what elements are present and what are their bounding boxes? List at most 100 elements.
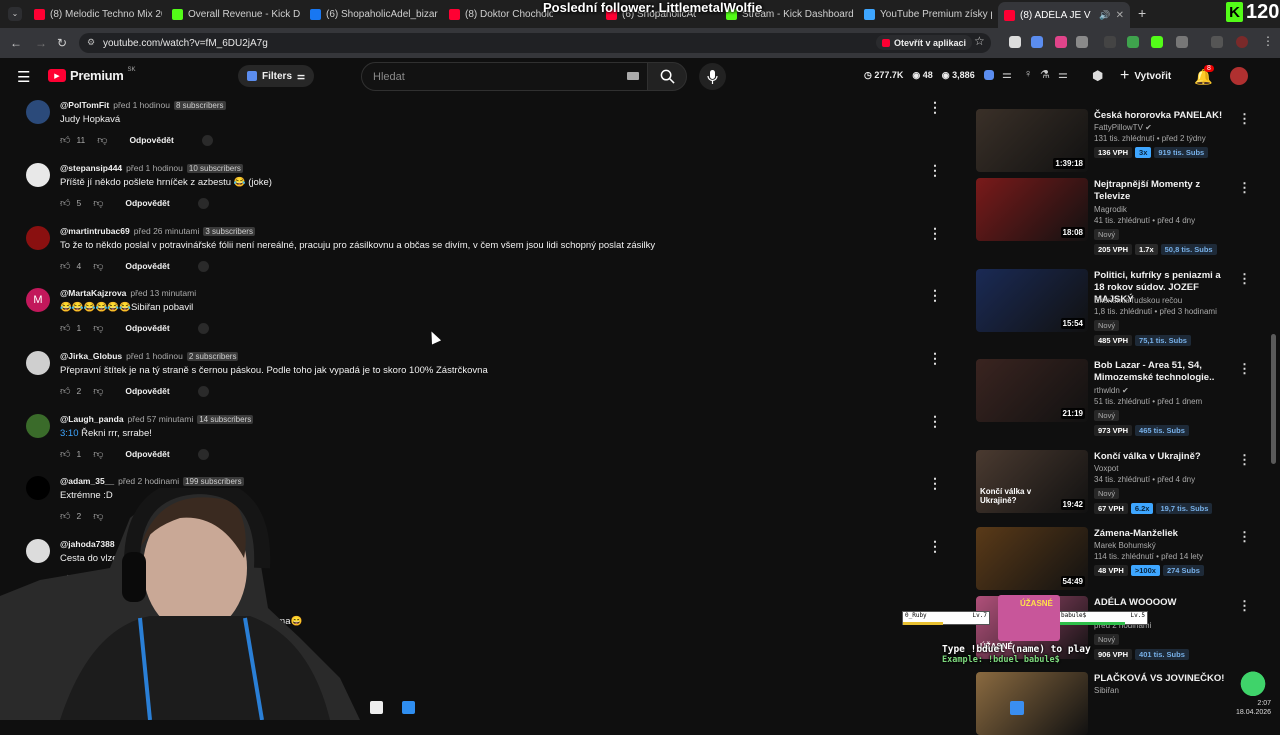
- youtube-premium-logo[interactable]: ▶ Premium SK: [48, 67, 136, 83]
- comment-time[interactable]: před 1 hodinou: [126, 163, 183, 173]
- creator-heart-icon[interactable]: [197, 260, 209, 272]
- search-input[interactable]: Hledat: [361, 62, 648, 91]
- page-scrollbar[interactable]: [1271, 334, 1276, 464]
- channel-name[interactable]: rthwldn ✔: [1094, 386, 1129, 395]
- comment-menu-icon[interactable]: ⋮: [928, 414, 942, 428]
- voice-search-button[interactable]: [699, 63, 726, 90]
- browser-tab[interactable]: (6) ShopaholicAdel_bizar✕: [304, 3, 438, 25]
- video-title[interactable]: Česká hororovka PANELAK!: [1094, 110, 1229, 122]
- extension-icon[interactable]: [1055, 36, 1067, 48]
- comment-menu-icon[interactable]: ⋮: [928, 226, 942, 240]
- site-info-icon[interactable]: ⚙: [87, 37, 95, 48]
- browser-tab[interactable]: (8) Melodic Techno Mix 20✕: [28, 3, 162, 25]
- like-thumb-icon[interactable]: 👍︎: [60, 134, 70, 146]
- extension-icon[interactable]: [1104, 36, 1116, 48]
- notifications-button[interactable]: 🔔 8: [1194, 65, 1214, 87]
- channel-name[interactable]: Voxpot: [1094, 464, 1118, 473]
- dislike-thumb-icon[interactable]: 👎︎: [93, 197, 103, 209]
- dislike-thumb-icon[interactable]: 👎︎: [93, 322, 103, 334]
- dislike-thumb-icon[interactable]: 👎︎: [93, 385, 103, 397]
- comment-time[interactable]: před 2 hodinami: [118, 476, 179, 486]
- reply-button[interactable]: Odpovědět: [129, 135, 173, 145]
- channel-name[interactable]: Magrodik: [1094, 205, 1127, 214]
- filters-button[interactable]: Filters ⚌: [238, 65, 315, 87]
- creator-heart-icon[interactable]: [197, 385, 209, 397]
- capcut-app-icon[interactable]: [370, 701, 383, 714]
- comment-menu-icon[interactable]: ⋮: [928, 288, 942, 302]
- creator-heart-icon[interactable]: [197, 322, 209, 334]
- comment-author[interactable]: @adam_35__: [60, 476, 114, 486]
- tab-search-icon[interactable]: [1211, 36, 1223, 48]
- comment-time[interactable]: před 1 hodinou: [126, 351, 183, 361]
- comment-author[interactable]: @MartaKajzrova: [60, 288, 126, 298]
- hamburger-menu-icon[interactable]: ☰: [17, 68, 30, 86]
- comment-time[interactable]: před 57 minutami: [128, 414, 194, 424]
- video-thumbnail[interactable]: 54:49: [976, 527, 1088, 590]
- video-menu-icon[interactable]: ⋮: [1238, 271, 1251, 287]
- keyboard-icon[interactable]: [627, 72, 639, 80]
- comment-time[interactable]: před 13 minutami: [130, 288, 196, 298]
- video-menu-icon[interactable]: ⋮: [1238, 111, 1251, 127]
- comment-menu-icon[interactable]: ⋮: [928, 476, 942, 490]
- reply-button[interactable]: Odpovědět: [125, 261, 169, 271]
- browser-menu-icon[interactable]: ⋮: [1262, 34, 1274, 48]
- avatar[interactable]: M: [26, 288, 50, 312]
- extension-icon[interactable]: [1151, 36, 1163, 48]
- address-bar[interactable]: ⚙ youtube.com/watch?v=fM_6DU2jA7g: [79, 33, 991, 53]
- like-thumb-icon[interactable]: 👍︎: [60, 260, 70, 272]
- comment-author[interactable]: @PolTomFit: [60, 100, 109, 110]
- video-thumbnail[interactable]: Končí válka v Ukrajině? 19:42: [976, 450, 1088, 513]
- timestamp-link[interactable]: 3:10: [60, 428, 79, 439]
- video-thumbnail[interactable]: 21:19: [976, 359, 1088, 422]
- video-title[interactable]: PLAČKOVÁ VS JOVINEČKO!: [1094, 673, 1229, 685]
- extension-icon[interactable]: [1127, 36, 1139, 48]
- create-button[interactable]: + Vytvořit: [1120, 67, 1171, 85]
- video-title[interactable]: Zámena-Manželiek: [1094, 528, 1229, 540]
- comment-menu-icon[interactable]: ⋮: [928, 163, 942, 177]
- video-thumbnail[interactable]: 15:54: [976, 269, 1088, 332]
- browser-tab[interactable]: Overall Revenue - Kick Da✕: [166, 3, 300, 25]
- comment-author[interactable]: @Jirka_Globus: [60, 351, 122, 361]
- video-menu-icon[interactable]: ⋮: [1238, 529, 1251, 545]
- extension-icon[interactable]: [1031, 36, 1043, 48]
- video-menu-icon[interactable]: ⋮: [1238, 180, 1251, 196]
- video-title[interactable]: Nejtrapnější Momenty z Televize: [1094, 179, 1229, 203]
- video-title[interactable]: Končí válka v Ukrajině?: [1094, 451, 1229, 463]
- close-tab-icon[interactable]: ✕: [1116, 10, 1124, 21]
- dislike-thumb-icon[interactable]: 👎︎: [97, 134, 107, 146]
- rocket-icon[interactable]: ⚗: [1040, 68, 1050, 81]
- video-menu-icon[interactable]: ⋮: [1238, 598, 1251, 614]
- avatar[interactable]: [26, 100, 50, 124]
- channel-name[interactable]: Marek Bohumský: [1094, 541, 1156, 550]
- comment-time[interactable]: před 1 hodinou: [113, 100, 170, 110]
- bookmark-star-icon[interactable]: ☆: [974, 34, 985, 48]
- new-tab-icon[interactable]: +: [1138, 5, 1146, 21]
- video-menu-icon[interactable]: ⋮: [1238, 452, 1251, 468]
- creator-heart-icon[interactable]: [197, 197, 209, 209]
- video-thumbnail[interactable]: 1:39:18: [976, 109, 1088, 172]
- avatar[interactable]: [26, 163, 50, 187]
- idea-icon[interactable]: ♀: [1024, 68, 1032, 80]
- extension-icon[interactable]: [1076, 36, 1088, 48]
- comment-author[interactable]: @martintrubac69: [60, 226, 130, 236]
- reply-button[interactable]: Odpovědět: [125, 323, 169, 333]
- avatar[interactable]: [26, 226, 50, 250]
- open-in-app-button[interactable]: Otevřít v aplikaci: [876, 35, 973, 50]
- extension-icon[interactable]: [1009, 36, 1021, 48]
- channel-name[interactable]: Sibiřan: [1094, 686, 1119, 695]
- tab-search-chevron-icon[interactable]: ⌄: [8, 7, 22, 21]
- like-thumb-icon[interactable]: 👍︎: [60, 197, 70, 209]
- reply-button[interactable]: Odpovědět: [125, 198, 169, 208]
- comment-author[interactable]: @stepansip444: [60, 163, 122, 173]
- comment-author[interactable]: @Laugh_panda: [60, 414, 124, 424]
- comment-time[interactable]: před 26 minutami: [134, 226, 200, 236]
- video-title[interactable]: Bob Lazar - Area 51, S4, Mimozemské tech…: [1094, 360, 1229, 384]
- dislike-thumb-icon[interactable]: 👎︎: [93, 260, 103, 272]
- reply-button[interactable]: Odpovědět: [125, 386, 169, 396]
- account-avatar[interactable]: [1230, 67, 1248, 85]
- paint-app-icon[interactable]: [402, 701, 415, 714]
- channel-name[interactable]: Ekonómia ľudskou rečou: [1094, 296, 1182, 305]
- reload-icon[interactable]: ↻: [57, 36, 67, 50]
- browser-tab[interactable]: YouTube Premium získy p✕: [858, 3, 992, 25]
- reply-button[interactable]: Odpovědět: [125, 449, 169, 459]
